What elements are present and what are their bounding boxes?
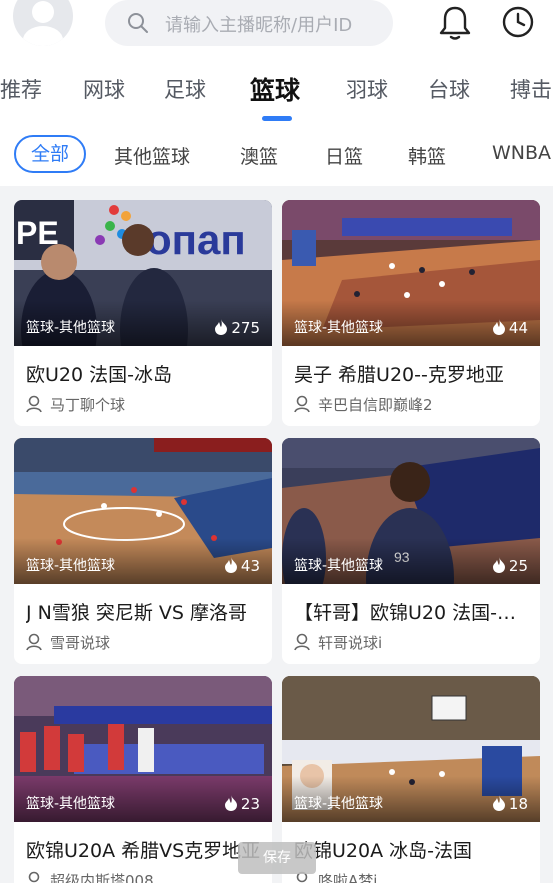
top-bar: 请输入主播昵称/用户ID 推荐 网球 足球 篮球 羽球 台球 搏击 全部 其他篮…	[0, 0, 553, 186]
stream-thumbnail[interactable]: 93 篮球-其他篮球 25	[282, 438, 540, 584]
stream-title[interactable]: 欧锦U20A 希腊VS克罗地亚	[26, 836, 264, 863]
heat-count: 18	[492, 795, 528, 813]
stream-thumbnail[interactable]: PE опап 篮球-其他篮球 275	[14, 200, 272, 346]
streamer-name[interactable]: 轩哥说球i	[294, 632, 382, 653]
streamer-name-text: 雪哥说球	[50, 634, 111, 652]
tab-combat[interactable]: 搏击	[510, 74, 552, 104]
heat-count: 44	[492, 319, 528, 337]
stream-card[interactable]: 93 篮球-其他篮球 25 【轩哥】欧锦U20 法国-冰岛 轩哥说球i	[282, 438, 540, 664]
user-icon	[28, 871, 40, 883]
flame-icon	[224, 795, 237, 811]
streamer-name-text: 咚啦A梦i	[318, 872, 378, 883]
heat-value: 25	[508, 557, 528, 575]
flame-icon	[492, 557, 505, 573]
stream-title[interactable]: 欧锦U20A 冰岛-法国	[294, 836, 532, 863]
user-icon	[26, 395, 42, 413]
clock-history-icon[interactable]	[501, 5, 535, 41]
user-icon	[294, 395, 310, 413]
category-label: 篮球-其他篮球	[294, 796, 384, 812]
category-label: 篮球-其他篮球	[26, 320, 116, 336]
svg-text:опап: опап	[146, 216, 246, 263]
category-label: 篮球-其他篮球	[294, 558, 384, 574]
user-icon	[26, 633, 42, 651]
category-label: 篮球-其他篮球	[26, 796, 116, 812]
stream-title[interactable]: 【轩哥】欧锦U20 法国-冰岛	[294, 598, 532, 625]
category-label: 篮球-其他篮球	[26, 558, 116, 574]
user-icon	[294, 633, 310, 651]
heat-count: 43	[224, 557, 260, 575]
stream-title[interactable]: J N雪狼 突尼斯 VS 摩洛哥	[26, 598, 264, 625]
streamer-name-text: 马丁聊个球	[50, 396, 126, 414]
flame-icon	[492, 795, 505, 811]
stream-card[interactable]: 篮球-其他篮球 18 欧锦U20A 冰岛-法国 咚啦A梦i	[282, 676, 540, 883]
heat-value: 43	[240, 557, 260, 575]
heat-count: 25	[492, 557, 528, 575]
stream-thumbnail[interactable]: 篮球-其他篮球 43	[14, 438, 272, 584]
user-silhouette-icon	[23, 1, 63, 46]
subtab-korea[interactable]: 韩篮	[408, 142, 446, 169]
save-toast[interactable]: 保存	[238, 842, 316, 874]
search-placeholder: 请输入主播昵称/用户ID	[165, 15, 353, 36]
streamer-name[interactable]: 马丁聊个球	[26, 394, 125, 415]
tab-basketball[interactable]: 篮球	[250, 71, 300, 107]
subtab-all[interactable]: 全部	[14, 135, 86, 173]
avatar[interactable]	[13, 0, 73, 46]
tab-tennis[interactable]: 网球	[83, 74, 125, 104]
stream-card[interactable]: 篮球-其他篮球 43 J N雪狼 突尼斯 VS 摩洛哥 雪哥说球	[14, 438, 272, 664]
search-input[interactable]: 请输入主播昵称/用户ID	[105, 0, 393, 46]
stream-thumbnail[interactable]: 篮球-其他篮球 23	[14, 676, 272, 822]
heat-value: 275	[231, 319, 260, 337]
tab-billiards[interactable]: 台球	[428, 74, 470, 104]
heat-count: 275	[214, 319, 260, 337]
search-icon	[128, 13, 148, 33]
heat-value: 18	[508, 795, 528, 813]
tab-badminton[interactable]: 羽球	[346, 74, 388, 104]
flame-icon	[215, 319, 228, 335]
streamer-name-text: 轩哥说球i	[318, 634, 383, 652]
flame-icon	[492, 319, 505, 335]
stream-card[interactable]: PE опап 篮球-其他篮球 275 欧U20 法国-冰岛 马丁聊个球	[14, 200, 272, 426]
subtab-japan[interactable]: 日篮	[325, 142, 363, 169]
stream-title[interactable]: 昊子 希腊U20--克罗地亚	[294, 360, 532, 387]
subtab-other-basketball[interactable]: 其他篮球	[114, 142, 190, 169]
streamer-name-text: 超级内斯塔008	[50, 872, 154, 883]
stream-title[interactable]: 欧U20 法国-冰岛	[26, 360, 264, 387]
heat-value: 44	[508, 319, 528, 337]
active-tab-indicator	[262, 116, 292, 121]
heat-count: 23	[224, 795, 260, 813]
stream-card[interactable]: 篮球-其他篮球 23 欧锦U20A 希腊VS克罗地亚 超级内斯塔008	[14, 676, 272, 883]
streamer-name-text: 辛巴自信即巅峰2	[318, 396, 433, 414]
streamer-name[interactable]: 超级内斯塔008	[26, 870, 154, 883]
bell-icon[interactable]	[438, 5, 472, 41]
stream-card[interactable]: 篮球-其他篮球 44 昊子 希腊U20--克罗地亚 辛巴自信即巅峰2	[282, 200, 540, 426]
stream-thumbnail[interactable]: 篮球-其他篮球 18	[282, 676, 540, 822]
subtab-wnba[interactable]: WNBA	[492, 142, 551, 164]
heat-value: 23	[240, 795, 260, 813]
tab-recommend[interactable]: 推荐	[0, 74, 42, 104]
category-label: 篮球-其他篮球	[294, 320, 384, 336]
streamer-name[interactable]: 雪哥说球	[26, 632, 110, 653]
flame-icon	[224, 557, 237, 573]
tab-football[interactable]: 足球	[164, 74, 206, 104]
stream-thumbnail[interactable]: 篮球-其他篮球 44	[282, 200, 540, 346]
subtab-australia[interactable]: 澳篮	[240, 142, 278, 169]
streamer-name[interactable]: 辛巴自信即巅峰2	[294, 394, 433, 415]
